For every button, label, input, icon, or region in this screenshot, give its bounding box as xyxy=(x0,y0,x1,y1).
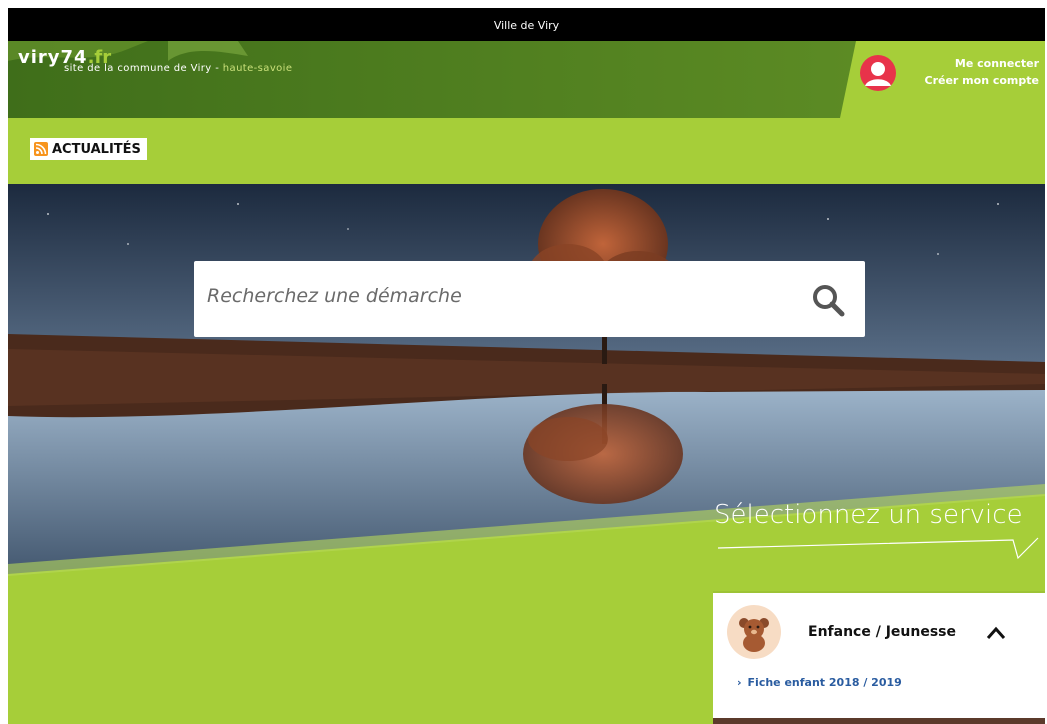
page-frame: Ville de Viry viry74.fr site de la commu… xyxy=(8,8,1045,724)
teddy-bear-icon xyxy=(727,605,781,659)
tagline-region: haute-savoie xyxy=(222,63,293,74)
chevron-right-icon: › xyxy=(737,676,742,689)
card-bottom-strip xyxy=(713,718,1045,724)
card-title: Enfance / Jeunesse xyxy=(808,624,956,640)
search-box[interactable]: Recherchez une démarche xyxy=(194,261,865,337)
rss-icon xyxy=(34,142,48,156)
title-underline xyxy=(718,537,1039,560)
search-icon[interactable] xyxy=(811,283,847,317)
services-title: Sélectionnez un service xyxy=(714,500,1023,530)
site-title: Ville de Viry xyxy=(493,19,560,32)
chevron-up-icon[interactable] xyxy=(985,623,1007,643)
card-link[interactable]: › Fiche enfant 2018 / 2019 xyxy=(737,676,902,689)
login-link[interactable]: Me connecter xyxy=(925,55,1039,72)
account-links: Me connecter Créer mon compte xyxy=(925,55,1040,89)
tagline-main: site de la commune de Viry - xyxy=(64,63,223,74)
top-bar: Ville de Viry xyxy=(8,8,1045,41)
news-label: ACTUALITÉS xyxy=(52,141,141,157)
service-card[interactable]: Enfance / Jeunesse › Fiche enfant 2018 / … xyxy=(713,593,1045,724)
news-link[interactable]: ACTUALITÉS xyxy=(30,138,147,160)
search-input[interactable]: Recherchez une démarche xyxy=(207,285,462,307)
card-link-label: Fiche enfant 2018 / 2019 xyxy=(747,676,902,689)
account-area: Me connecter Créer mon compte xyxy=(840,41,1045,118)
register-link[interactable]: Créer mon compte xyxy=(925,72,1040,89)
brand-tagline: site de la commune de Viry - haute-savoi… xyxy=(64,63,292,74)
site-header: viry74.fr site de la commune de Viry - h… xyxy=(8,41,1045,118)
user-avatar-icon[interactable] xyxy=(860,55,896,91)
